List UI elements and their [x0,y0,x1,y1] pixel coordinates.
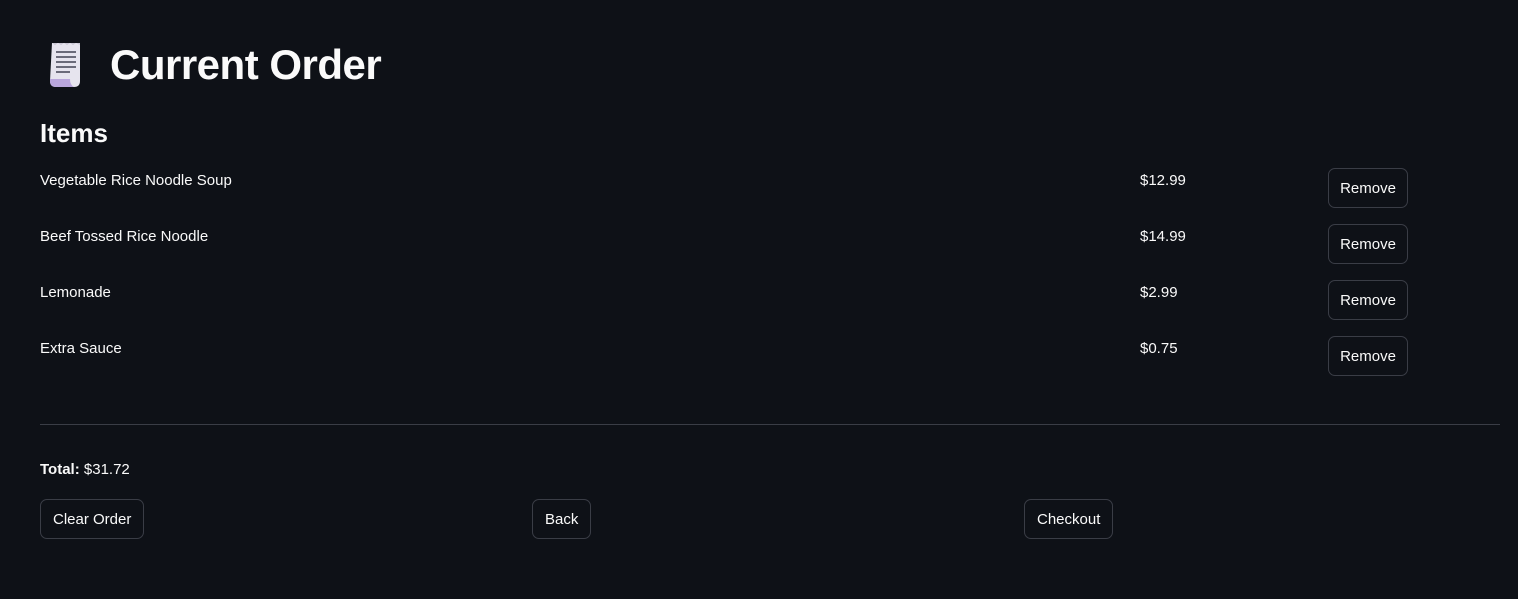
item-name: Beef Tossed Rice Noodle [40,228,209,245]
back-button[interactable]: Back [532,499,592,539]
item-price: $12.99 [1140,172,1186,189]
total-value: $31.72 [83,461,130,478]
remove-button[interactable]: Remove [1328,280,1408,320]
order-item-row: Vegetable Rice Noodle Soup $12.99 Remove [40,168,1500,208]
total-label: Total: [40,461,80,478]
item-price: $14.99 [1140,228,1186,245]
item-price: $0.75 [1140,340,1178,357]
page-title: Current Order [110,41,382,88]
remove-button[interactable]: Remove [1328,224,1408,264]
receipt-icon [40,39,92,91]
page-header: Current Order [40,36,382,94]
item-name: Extra Sauce [40,340,122,357]
order-item-row: Beef Tossed Rice Noodle $14.99 Remove [40,224,1500,264]
item-name: Lemonade [40,284,111,301]
order-page: Current Order Items Vegetable Rice Noodl… [0,0,1518,599]
order-item-row: Extra Sauce $0.75 Remove [40,336,1500,376]
remove-button[interactable]: Remove [1328,336,1408,376]
item-name: Vegetable Rice Noodle Soup [40,172,232,189]
remove-button[interactable]: Remove [1328,168,1408,208]
divider [40,424,1500,425]
item-price: $2.99 [1140,284,1178,301]
clear-order-button[interactable]: Clear Order [40,499,145,539]
order-total: Total: $31.72 [40,461,130,478]
checkout-button[interactable]: Checkout [1024,499,1114,539]
order-item-row: Lemonade $2.99 Remove [40,280,1500,320]
items-heading: Items [40,118,108,148]
